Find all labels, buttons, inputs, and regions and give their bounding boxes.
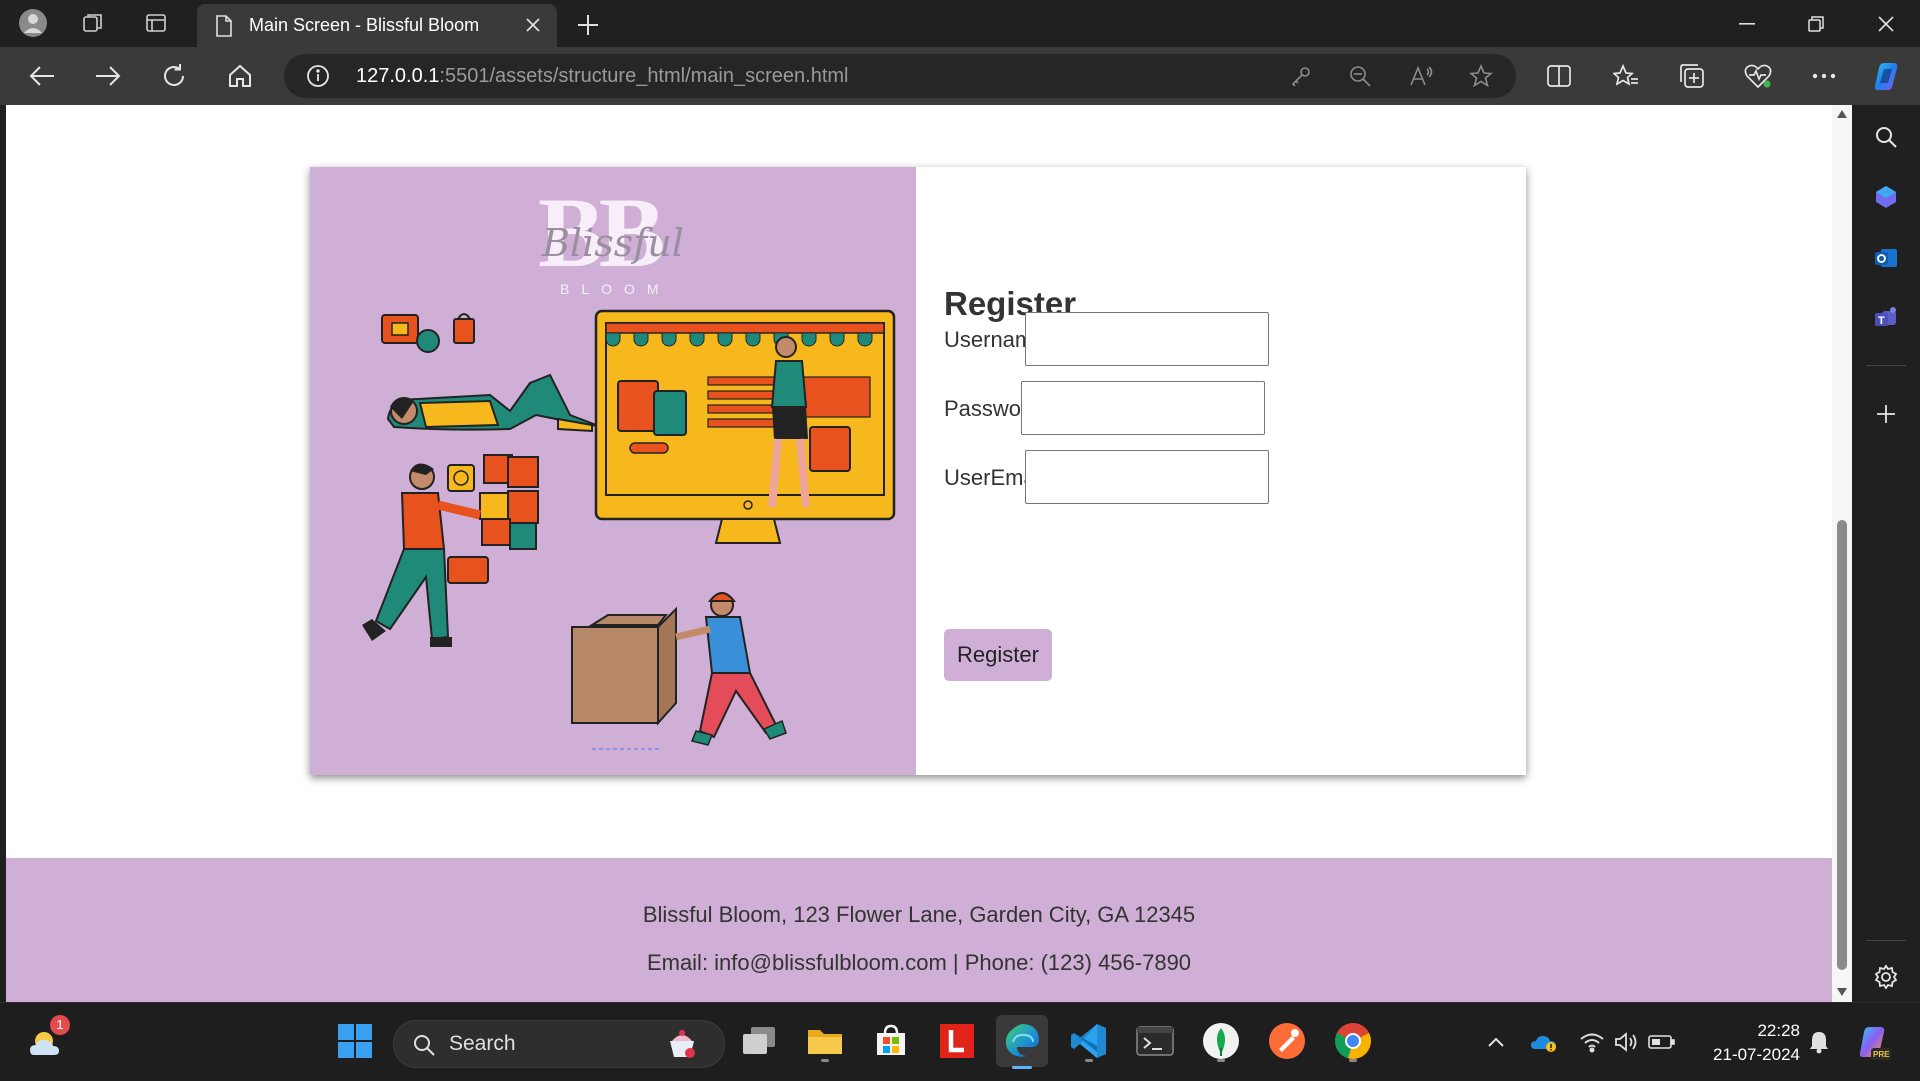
weather-widget[interactable]: 1	[24, 1015, 70, 1063]
svg-text:T: T	[1878, 315, 1885, 327]
postman-icon[interactable]	[1264, 1018, 1310, 1064]
profile-avatar[interactable]	[18, 8, 48, 38]
key-icon[interactable]	[1289, 64, 1313, 88]
illustration-panel: BB Blissful BLOOM	[310, 167, 916, 775]
running-indicator	[821, 1059, 829, 1062]
site-info-icon[interactable]	[306, 64, 330, 88]
workspaces-icon[interactable]	[78, 8, 108, 38]
page-icon	[215, 14, 233, 37]
search-icon	[414, 1035, 435, 1056]
footer-contact: Email: info@blissfulbloom.com | Phone: (…	[646, 950, 1192, 975]
running-indicator	[1085, 1059, 1093, 1062]
active-tab[interactable]: Main Screen - Blissful Bloom	[197, 4, 557, 47]
close-tab-icon[interactable]	[523, 15, 543, 35]
search-icon[interactable]	[1869, 120, 1903, 154]
clock-time: 22:28	[1757, 1021, 1800, 1040]
volume-icon[interactable]	[1613, 1028, 1641, 1056]
notifications-bell-icon[interactable]	[1805, 1028, 1833, 1056]
lenovo-app-icon[interactable]	[934, 1018, 980, 1064]
edge-browser-icon[interactable]	[996, 1015, 1048, 1069]
brand-logo: BB Blissful BLOOM	[532, 177, 702, 297]
running-indicator	[1349, 1059, 1357, 1062]
show-hidden-icons-chevron-icon[interactable]	[1482, 1028, 1510, 1056]
search-label: Search	[449, 1032, 516, 1055]
lying-shopper-figure	[381, 313, 600, 433]
username-input[interactable]	[1025, 312, 1269, 366]
shopping-illustration	[362, 309, 896, 750]
page-viewport: BB Blissful BLOOM Register Username: Pas…	[6, 105, 1832, 1002]
copilot-taskbar-icon[interactable]: PRE	[1850, 1019, 1896, 1065]
add-sidebar-app-icon[interactable]	[1869, 397, 1903, 431]
microsoft-store-icon[interactable]	[868, 1018, 914, 1064]
task-view-icon[interactable]	[736, 1018, 782, 1064]
online-store-monitor	[594, 309, 896, 544]
teams-icon[interactable]: T	[1869, 301, 1903, 335]
mongodb-compass-icon[interactable]	[1198, 1018, 1244, 1064]
close-window-button[interactable]	[1852, 0, 1920, 47]
logo-subtitle: BLOOM	[560, 281, 671, 297]
browser-essentials-icon[interactable]	[1743, 61, 1773, 91]
minimize-button[interactable]	[1713, 0, 1781, 47]
windows-taskbar: 1 Search 22:28 21-07-2024 PRE	[0, 1002, 1920, 1081]
scroll-up-arrow-icon[interactable]	[1836, 109, 1848, 119]
password-input[interactable]	[1021, 381, 1265, 435]
taskbar-search-box[interactable]: Search	[393, 1020, 725, 1068]
chrome-icon[interactable]	[1330, 1018, 1376, 1064]
email-input[interactable]	[1025, 450, 1269, 504]
forward-button[interactable]	[91, 59, 125, 93]
taskbar-clock[interactable]: 22:28 21-07-2024	[1690, 1019, 1800, 1067]
favorite-star-icon[interactable]	[1469, 64, 1493, 88]
new-tab-button[interactable]	[573, 10, 603, 40]
clock-date: 21-07-2024	[1713, 1045, 1800, 1064]
svg-text:PRE: PRE	[1873, 1050, 1890, 1059]
address-bar[interactable]: 127.0.0.1:5501/assets/structure_html/mai…	[284, 54, 1516, 98]
split-screen-icon[interactable]	[1544, 61, 1574, 91]
battery-icon[interactable]	[1648, 1028, 1676, 1056]
browser-title-bar: Main Screen - Blissful Bloom	[0, 0, 1920, 47]
wifi-icon[interactable]	[1578, 1028, 1606, 1056]
active-indicator	[1012, 1066, 1032, 1069]
read-aloud-icon[interactable]	[1409, 64, 1433, 88]
weather-badge: 1	[50, 1015, 70, 1035]
app-browsing-figure	[362, 454, 539, 647]
restore-button[interactable]	[1782, 0, 1850, 47]
url-text[interactable]: 127.0.0.1:5501/assets/structure_html/mai…	[356, 65, 849, 88]
page-scrollbar[interactable]	[1832, 105, 1852, 1002]
register-form: Register Username: Password: UserEmail: …	[916, 167, 1526, 775]
scroll-thumb[interactable]	[1837, 520, 1847, 970]
delivery-figure	[571, 592, 787, 750]
favorites-icon[interactable]	[1611, 61, 1641, 91]
collections-icon[interactable]	[1677, 61, 1707, 91]
running-indicator	[1217, 1059, 1225, 1062]
home-button[interactable]	[223, 59, 257, 93]
back-button[interactable]	[25, 59, 59, 93]
vscode-icon[interactable]	[1066, 1018, 1112, 1064]
register-card: BB Blissful BLOOM Register Username: Pas…	[310, 167, 1526, 775]
copilot-icon[interactable]	[1870, 59, 1904, 93]
terminal-icon[interactable]	[1132, 1018, 1178, 1064]
footer-address: Blissful Bloom, 123 Flower Lane, Garden …	[642, 902, 1196, 927]
logo-script: Blissful	[542, 221, 684, 265]
outlook-icon[interactable]	[1869, 241, 1903, 275]
scroll-down-arrow-icon[interactable]	[1836, 987, 1848, 997]
settings-more-icon[interactable]	[1809, 61, 1839, 91]
browser-toolbar: 127.0.0.1:5501/assets/structure_html/mai…	[0, 47, 1920, 105]
start-button[interactable]	[332, 1018, 378, 1064]
file-explorer-icon[interactable]	[802, 1018, 848, 1064]
sidebar-divider-bottom	[1866, 940, 1906, 941]
search-highlight-icon	[670, 1030, 695, 1058]
onedrive-icon[interactable]	[1530, 1028, 1558, 1056]
sidebar-settings-gear-icon[interactable]	[1869, 960, 1903, 994]
browser-sidebar: T	[1852, 105, 1920, 1002]
register-button[interactable]: Register	[944, 629, 1052, 681]
tab-title: Main Screen - Blissful Bloom	[249, 15, 480, 35]
zoom-out-icon[interactable]	[1348, 64, 1372, 88]
copilot-sidebar-icon[interactable]	[1869, 180, 1903, 214]
tab-actions-icon[interactable]	[141, 8, 171, 38]
sidebar-divider	[1866, 365, 1906, 366]
page-footer: Blissful Bloom, 123 Flower Lane, Garden …	[6, 858, 1832, 1002]
refresh-button[interactable]	[157, 59, 191, 93]
